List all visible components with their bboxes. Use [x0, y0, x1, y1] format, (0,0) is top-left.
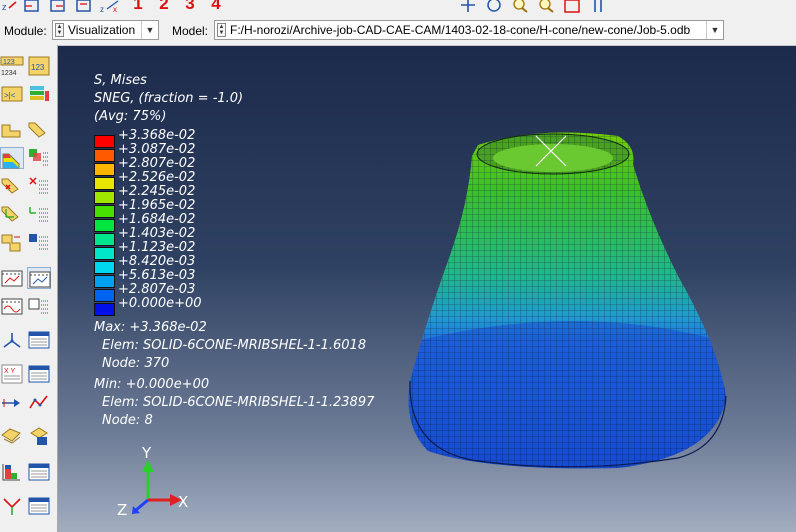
- animate-harmonic-icon[interactable]: [0, 295, 24, 317]
- path-icon[interactable]: [0, 391, 24, 413]
- free-body-cut-icon[interactable]: [0, 495, 24, 517]
- cycle-view-icon[interactable]: [588, 0, 608, 14]
- xy-data-manager-icon[interactable]: [27, 329, 51, 351]
- ply-options-icon[interactable]: [27, 231, 51, 253]
- view-front-icon[interactable]: [22, 0, 42, 14]
- plot-undeformed-icon[interactable]: >|<: [0, 83, 24, 105]
- triad-z-label: Z: [117, 501, 128, 519]
- pan-icon[interactable]: [458, 0, 478, 14]
- xy-table-icon[interactable]: [27, 363, 51, 385]
- set-1-button[interactable]: 1: [130, 0, 146, 14]
- box-zoom-icon[interactable]: [536, 0, 556, 14]
- material-orientation-icon[interactable]: [0, 203, 24, 225]
- chevron-down-icon[interactable]: ▼: [706, 21, 723, 39]
- ply-stack-icon[interactable]: [0, 231, 24, 253]
- layers-icon[interactable]: [27, 83, 51, 105]
- module-spin-icon[interactable]: ▲ ▼: [55, 23, 64, 37]
- svg-text:X Y: X Y: [4, 368, 15, 375]
- svg-text:z: z: [100, 5, 104, 14]
- zoom-icon[interactable]: [510, 0, 530, 14]
- svg-text:z: z: [2, 2, 7, 12]
- view-top-icon[interactable]: [74, 0, 94, 14]
- animation-options-icon[interactable]: [27, 295, 51, 317]
- toolbox: 123 1234 123 >|< X Y: [0, 45, 58, 532]
- xy-data-icon[interactable]: X Y: [0, 363, 24, 385]
- rotate-icon[interactable]: [484, 0, 504, 14]
- model-select[interactable]: ▲ ▼ F:/H-norozi/Archive-job-CAD-CAE-CAM/1…: [214, 20, 724, 40]
- triad-y-label: Y: [142, 444, 152, 462]
- set-2-button[interactable]: 2: [156, 0, 172, 14]
- triad-x-label: X: [178, 493, 189, 511]
- path-plot-icon[interactable]: [27, 391, 51, 413]
- contour-options-icon[interactable]: [27, 147, 51, 169]
- context-bar: Module: ▲ ▼ Visualization ▼ Model: ▲ ▼ F:/…: [0, 17, 796, 46]
- free-body-manager-icon[interactable]: [27, 495, 51, 517]
- svg-text:123: 123: [31, 63, 45, 72]
- label-numbers-alt-icon[interactable]: 123: [27, 55, 51, 77]
- module-label: Module:: [4, 24, 47, 38]
- animate-icon[interactable]: [0, 267, 24, 289]
- set-4-button[interactable]: 4: [208, 0, 224, 14]
- triad-z-icon[interactable]: z: [0, 0, 18, 14]
- xy-plot-icon[interactable]: [0, 329, 24, 351]
- svg-text:123: 123: [3, 59, 15, 66]
- plot-deformed-icon[interactable]: [0, 119, 24, 141]
- display-group-icon[interactable]: [0, 425, 24, 447]
- module-select-value: Visualization: [68, 23, 136, 37]
- display-group-create-icon[interactable]: [27, 425, 51, 447]
- orientation-options-icon[interactable]: [27, 203, 51, 225]
- view-back-icon[interactable]: [48, 0, 68, 14]
- model-spin-icon[interactable]: ▲ ▼: [217, 23, 226, 37]
- symbol-plot-icon[interactable]: [0, 175, 24, 197]
- model-label: Model:: [172, 24, 209, 38]
- axis-triad: [132, 460, 182, 514]
- svg-text:1234: 1234: [1, 70, 17, 77]
- module-select[interactable]: ▲ ▼ Visualization ▼: [52, 20, 159, 40]
- model-select-value: F:/H-norozi/Archive-job-CAD-CAE-CAM/1403…: [230, 23, 691, 37]
- svg-text:x: x: [113, 5, 117, 14]
- top-toolbar: z zx 1 2 3 4: [0, 0, 796, 17]
- svg-text:>|<: >|<: [4, 91, 16, 100]
- chevron-down-icon[interactable]: ▼: [141, 21, 158, 39]
- set-3-button[interactable]: 3: [182, 0, 198, 14]
- label-numbers-icon[interactable]: 123 1234: [0, 55, 24, 77]
- animate-time-history-icon[interactable]: [27, 267, 51, 289]
- viewcut-icon[interactable]: [0, 461, 24, 483]
- view-iso-icon[interactable]: zx: [98, 0, 122, 14]
- viewport[interactable]: S, Mises SNEG, (fraction = -1.0) (Avg: 7…: [58, 46, 796, 532]
- auto-fit-icon[interactable]: [562, 0, 582, 14]
- contour-plot-icon[interactable]: [0, 147, 24, 169]
- plot-deformed-alt-icon[interactable]: [27, 119, 51, 141]
- symbol-options-icon[interactable]: [27, 175, 51, 197]
- viewcut-manager-icon[interactable]: [27, 461, 51, 483]
